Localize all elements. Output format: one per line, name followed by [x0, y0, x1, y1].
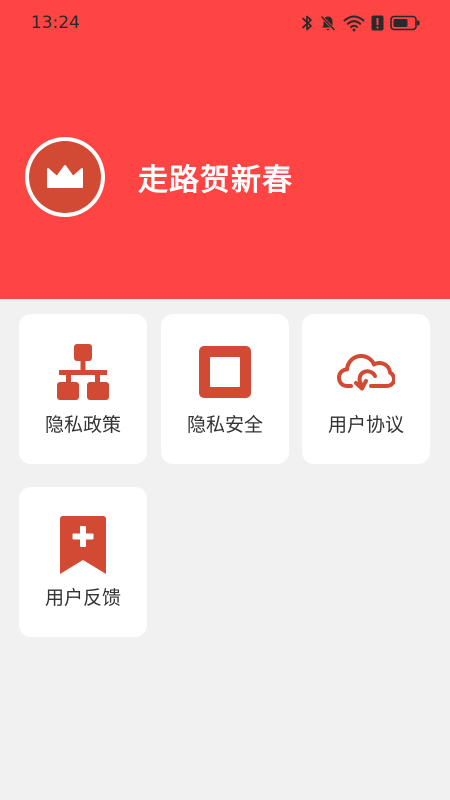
avatar-inner	[29, 141, 101, 213]
privacy-policy-card[interactable]: 隐私政策	[19, 314, 147, 464]
bell-muted-icon	[320, 15, 336, 32]
privacy-security-label: 隐私安全	[186, 414, 263, 436]
app-title: 走路贺新春	[138, 163, 293, 198]
user-feedback-card[interactable]: 用户反馈	[19, 487, 147, 637]
battery-icon	[390, 15, 420, 31]
avatar[interactable]	[25, 137, 105, 217]
bookmark-plus-icon	[60, 516, 106, 574]
user-agreement-card[interactable]: 用户协议	[302, 314, 430, 464]
alert-icon	[371, 15, 384, 31]
wifi-icon	[343, 15, 365, 32]
privacy-policy-label: 隐私政策	[44, 414, 121, 436]
crown-icon	[47, 165, 83, 188]
square-frame-icon	[199, 346, 251, 398]
network-hierarchy-icon	[57, 344, 109, 400]
status-time: 13:24	[31, 13, 80, 33]
header: 13:24 走路贺新春	[0, 0, 450, 299]
status-bar: 13:24	[0, 0, 450, 46]
status-icons	[301, 13, 420, 33]
user-feedback-label: 用户反馈	[44, 587, 121, 609]
bluetooth-icon	[302, 15, 312, 31]
user-agreement-label: 用户协议	[327, 414, 404, 436]
privacy-security-card[interactable]: 隐私安全	[161, 314, 289, 464]
cloud-sync-icon	[337, 354, 395, 391]
